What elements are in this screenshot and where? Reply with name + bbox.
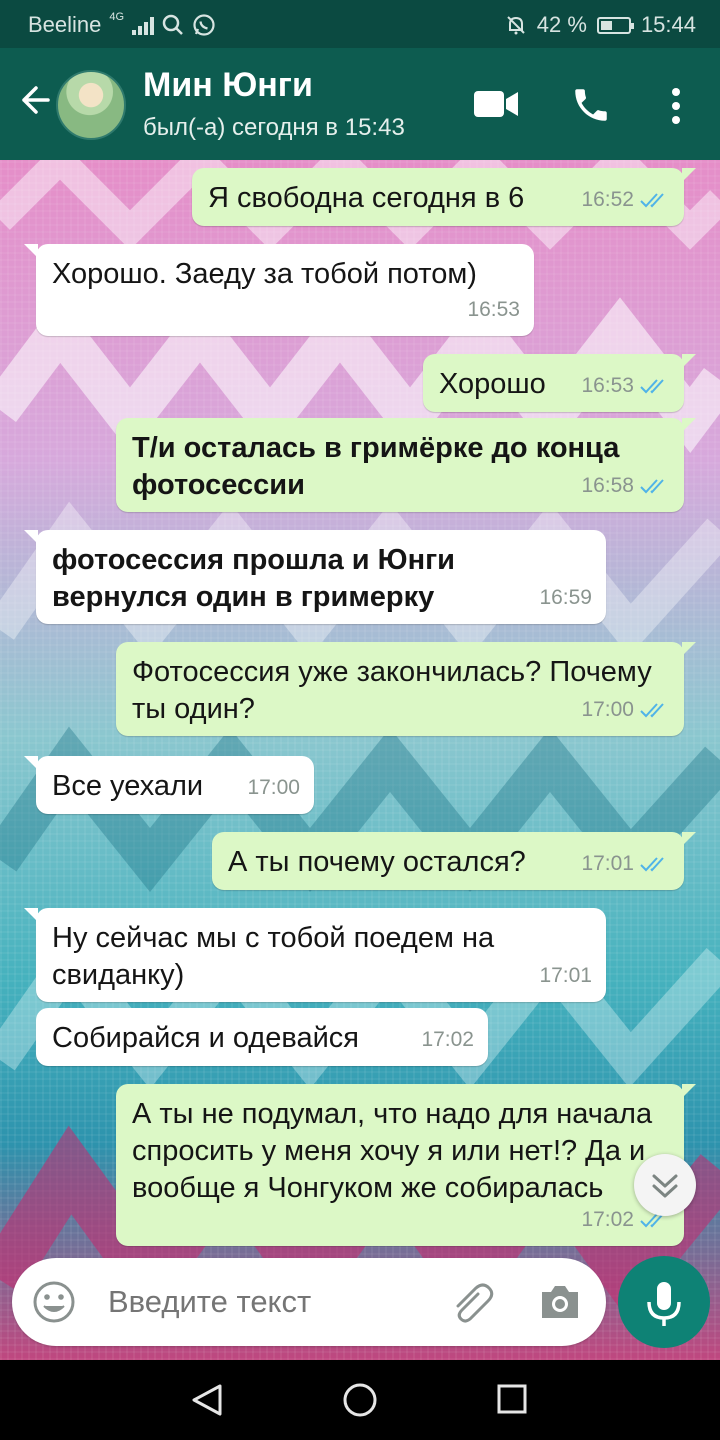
message-time: 16:52 — [581, 188, 634, 211]
message-time: 17:00 — [247, 776, 300, 799]
nav-recents-icon[interactable] — [496, 1383, 528, 1415]
message-time: 17:02 — [421, 1028, 474, 1051]
message-text: Хорошо — [439, 368, 546, 400]
mic-icon — [647, 1282, 681, 1326]
chat-area[interactable]: Я свободна сегодня в 6 16:52 Хорошо. Зае… — [0, 160, 720, 1360]
signal-icon — [132, 15, 155, 35]
battery-icon — [596, 16, 634, 34]
whatsapp-icon — [193, 14, 215, 36]
message-bubble-outgoing[interactable]: А ты не подумал, что надо для начала спр… — [116, 1084, 696, 1246]
scroll-down-button[interactable] — [634, 1154, 696, 1216]
message-bubble-outgoing[interactable]: А ты почему остался? 17:01 — [212, 832, 696, 890]
attach-icon[interactable] — [450, 1282, 496, 1324]
battery-percent: 42 % — [536, 12, 587, 37]
message-bubble-outgoing[interactable]: Т/и осталась в гримёрке до конца фотосес… — [116, 418, 696, 512]
message-time: 16:53 — [467, 298, 520, 321]
carrier-name: Beeline — [28, 12, 102, 37]
chat-header: Мин Юнги был(-а) сегодня в 15:43 — [0, 48, 720, 160]
bell-off-icon — [507, 16, 525, 35]
emoji-icon[interactable] — [32, 1280, 76, 1324]
system-nav-bar — [0, 1360, 720, 1440]
search-icon — [162, 14, 183, 35]
message-text: Все уехали — [52, 770, 204, 802]
read-ticks-icon — [640, 856, 664, 871]
message-time: 17:01 — [581, 852, 634, 875]
message-time: 17:01 — [539, 964, 592, 987]
status-time: 15:44 — [640, 12, 696, 37]
message-bubble-outgoing[interactable]: Я свободна сегодня в 6 16:52 — [192, 168, 696, 226]
message-text: Фотосессия уже закончилась? Почему ты од… — [132, 656, 652, 725]
nav-home-icon[interactable] — [342, 1382, 378, 1418]
message-time: 16:58 — [581, 474, 634, 497]
message-text: Ну сейчас мы с тобой поедем на свиданку) — [52, 922, 495, 991]
message-text: А ты не подумал, что надо для начала спр… — [132, 1098, 653, 1204]
message-input[interactable] — [108, 1284, 438, 1320]
message-time: 16:59 — [539, 586, 592, 609]
message-text: А ты почему остался? — [228, 846, 526, 878]
message-time: 17:00 — [581, 698, 634, 721]
avatar[interactable] — [56, 70, 126, 140]
message-bubble-incoming[interactable]: фотосессия прошла и Юнги вернулся один в… — [24, 530, 606, 624]
message-bubble-incoming[interactable]: Все уехали 17:00 — [24, 756, 314, 814]
double-chevron-down-icon — [652, 1174, 678, 1198]
message-bubble-outgoing[interactable]: Фотосессия уже закончилась? Почему ты од… — [116, 642, 696, 736]
message-bubble-incoming[interactable]: Собирайся и одевайся 17:02 — [36, 1008, 488, 1066]
message-text: Я свободна сегодня в 6 — [208, 182, 525, 214]
message-time: 16:53 — [581, 374, 634, 397]
voice-record-button[interactable] — [618, 1256, 710, 1348]
back-arrow-icon[interactable] — [14, 80, 54, 120]
message-text: Хорошо. Заеду за тобой потом) — [52, 258, 477, 290]
message-text: Т/и осталась в гримёрке до конца фотосес… — [132, 432, 620, 501]
phone-icon[interactable] — [570, 84, 612, 126]
message-bubble-incoming[interactable]: Ну сейчас мы с тобой поедем на свиданку)… — [24, 908, 606, 1002]
message-text: фотосессия прошла и Юнги вернулся один в… — [52, 544, 456, 613]
last-seen-status: был(-а) сегодня в 15:43 — [143, 114, 405, 141]
message-text: Собирайся и одевайся — [52, 1022, 360, 1054]
contact-name[interactable]: Мин Юнги — [143, 66, 313, 105]
message-bubble-outgoing[interactable]: Хорошо 16:53 — [423, 354, 696, 412]
network-type: 4G — [109, 11, 125, 23]
nav-back-icon[interactable] — [190, 1382, 224, 1418]
read-ticks-icon — [640, 378, 664, 393]
video-call-icon[interactable] — [474, 88, 520, 120]
message-bubble-incoming[interactable]: Хорошо. Заеду за тобой потом) 16:53 — [24, 244, 534, 336]
read-ticks-icon — [640, 192, 664, 207]
more-vert-icon[interactable] — [668, 86, 684, 126]
read-ticks-icon — [640, 702, 664, 717]
message-composer — [12, 1258, 606, 1346]
read-ticks-icon — [640, 478, 664, 493]
message-time: 17:02 — [581, 1208, 634, 1231]
status-bar: Beeline 4G 42 % 15:44 — [0, 0, 720, 48]
camera-icon[interactable] — [538, 1282, 582, 1322]
